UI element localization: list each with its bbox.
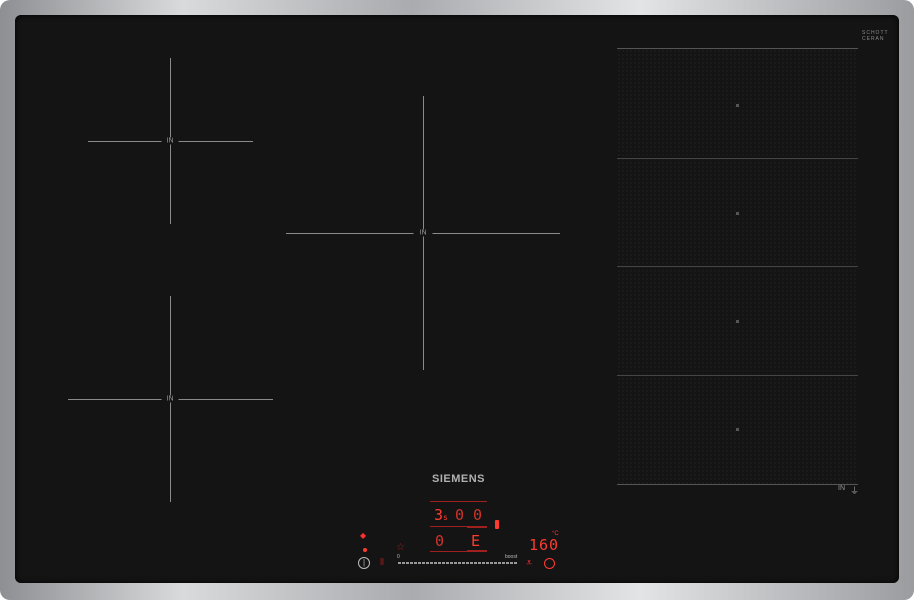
zone-display-4[interactable]: 0	[435, 532, 444, 550]
display-line-active	[467, 550, 487, 552]
slider-max-label: boost	[505, 554, 518, 560]
frying-sensor-icon[interactable]: ⩡	[526, 557, 532, 570]
induction-label: IN	[161, 137, 179, 145]
power-icon[interactable]: |	[358, 557, 370, 569]
pan-icon: ⏚	[850, 486, 860, 496]
favorite-star-icon[interactable]: ☆	[396, 542, 405, 553]
child-lock-icon[interactable]: ⦀	[380, 557, 384, 568]
wifi-icon[interactable]: ◆	[360, 531, 366, 540]
induction-label: IN	[161, 395, 179, 403]
temperature-unit: °C	[552, 531, 559, 537]
flex-zone-marker	[736, 104, 739, 107]
power-slider[interactable]	[398, 562, 518, 564]
flex-indicator-icon[interactable]	[495, 520, 499, 529]
status-dot	[363, 548, 367, 552]
display-line-active	[467, 526, 487, 528]
display-line	[430, 501, 487, 502]
flex-divider	[617, 158, 858, 159]
flex-induction-label: IN	[838, 485, 845, 492]
slider-min-label: 0	[397, 554, 400, 560]
flex-divider	[617, 375, 858, 376]
zone-display-1[interactable]: 3s	[434, 506, 448, 524]
schott-ceran-logo: SCHOTT CERAN	[862, 30, 889, 42]
induction-label: IN	[413, 229, 433, 237]
zone-display-5[interactable]: E	[471, 532, 480, 550]
brand-logo: SIEMENS	[432, 473, 486, 485]
flex-zone[interactable]	[617, 48, 858, 485]
flex-zone-marker	[736, 212, 739, 215]
display-line	[430, 551, 467, 552]
timer-icon[interactable]	[544, 558, 555, 569]
display-line	[430, 526, 467, 527]
temperature-display[interactable]: 160	[529, 536, 559, 554]
flex-zone-marker	[736, 428, 739, 431]
flex-divider	[617, 266, 858, 267]
zone-display-2[interactable]: 0	[455, 506, 464, 524]
zone-display-3[interactable]: 0	[473, 506, 482, 524]
flex-zone-marker	[736, 320, 739, 323]
